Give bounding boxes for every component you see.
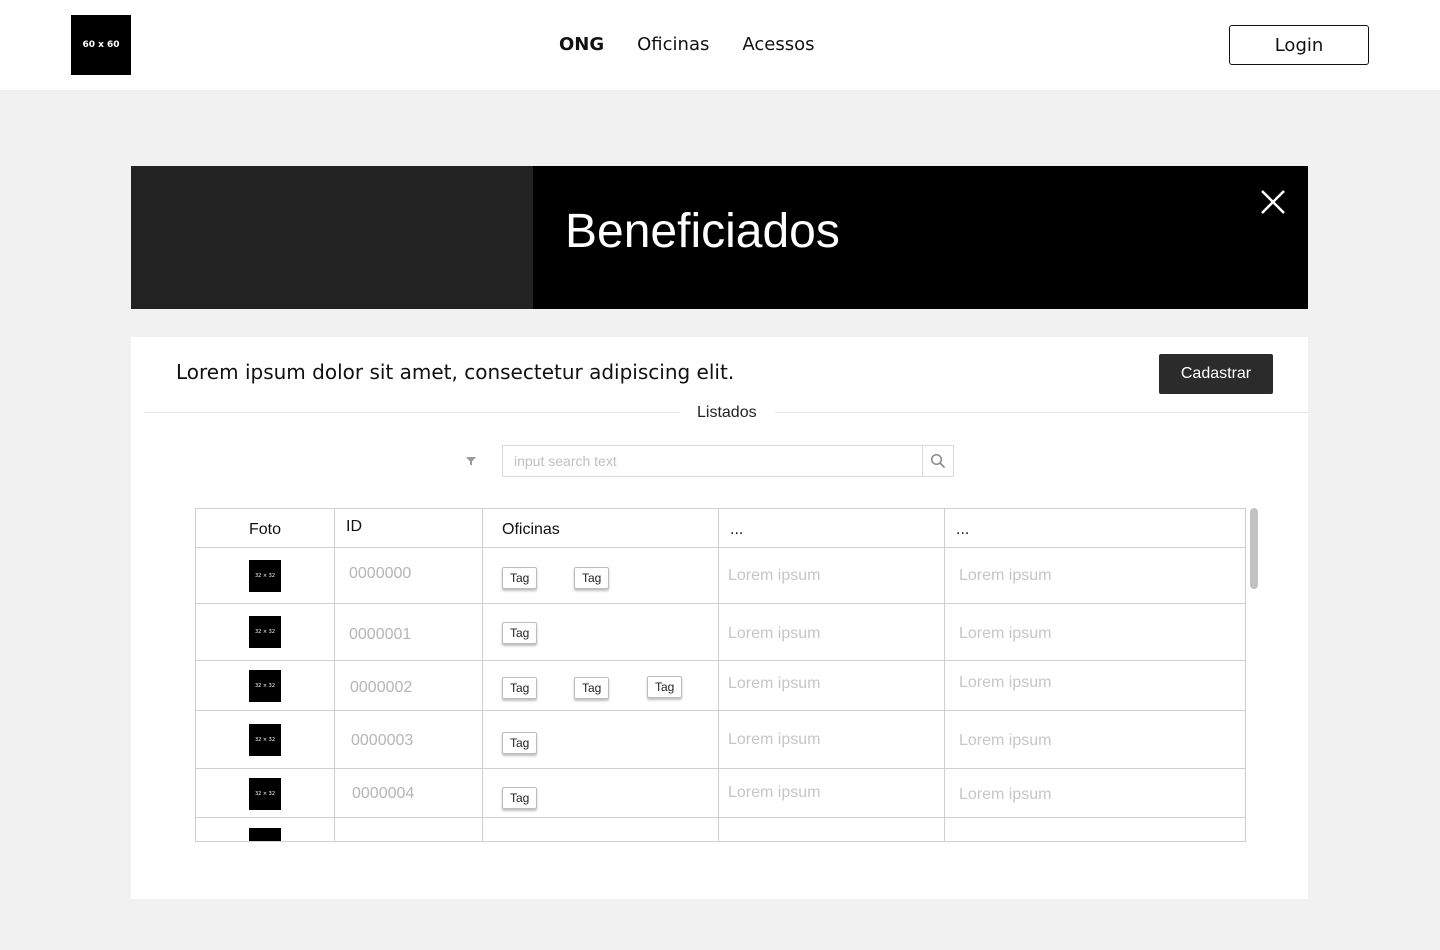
row-col4: Lorem ipsum xyxy=(728,567,821,584)
column-divider xyxy=(718,509,719,841)
row-col4: Lorem ipsum xyxy=(728,784,821,801)
header-col4[interactable]: ... xyxy=(730,520,743,540)
divider-line-right xyxy=(775,412,1308,413)
nav-item-ong[interactable]: ONG xyxy=(559,33,604,57)
nav-item-oficinas[interactable]: Oficinas xyxy=(637,33,709,57)
banner-image-placeholder xyxy=(131,166,533,309)
table-row[interactable]: 32 × 32 0000001 Tag Lorem ipsum Lorem ip… xyxy=(196,604,1245,661)
tag[interactable]: Tag xyxy=(647,676,683,698)
row-photo: 32 × 32 xyxy=(249,724,281,756)
filter-icon[interactable] xyxy=(465,455,477,467)
tag[interactable]: Tag xyxy=(502,787,538,809)
row-id: 0000001 xyxy=(349,626,412,643)
tag[interactable]: Tag xyxy=(574,567,610,589)
column-divider xyxy=(334,509,335,841)
row-photo: 32 × 32 xyxy=(249,670,281,702)
beneficiados-table: Foto ID Oficinas ... ... 32 × 32 0000000… xyxy=(195,508,1246,842)
row-col5: Lorem ipsum xyxy=(959,674,1052,691)
tag[interactable]: Tag xyxy=(502,567,538,589)
tag[interactable]: Tag xyxy=(502,732,538,754)
tag[interactable]: Tag xyxy=(502,622,538,644)
row-photo: 32 × 32 xyxy=(249,778,281,810)
logo[interactable]: 60 x 60 xyxy=(71,15,131,75)
header-oficinas[interactable]: Oficinas xyxy=(502,520,560,540)
search-button[interactable] xyxy=(922,446,953,476)
row-id: 0000002 xyxy=(350,679,413,696)
search-box xyxy=(502,445,954,477)
row-id: 0000000 xyxy=(349,565,412,582)
column-divider xyxy=(944,509,945,841)
search-input[interactable] xyxy=(503,446,922,476)
row-col5: Lorem ipsum xyxy=(959,567,1052,584)
column-divider xyxy=(482,509,483,841)
header-foto[interactable]: Foto xyxy=(249,520,281,540)
row-col4: Lorem ipsum xyxy=(728,731,821,748)
divider-line-left xyxy=(144,412,679,413)
row-col4: Lorem ipsum xyxy=(728,625,821,642)
header-id[interactable]: ID xyxy=(346,517,362,537)
row-photo xyxy=(249,828,281,841)
tag[interactable]: Tag xyxy=(502,677,538,699)
table-row[interactable]: 32 × 32 0000003 Tag Lorem ipsum Lorem ip… xyxy=(196,711,1245,769)
row-col5: Lorem ipsum xyxy=(959,625,1052,642)
main-nav: ONG Oficinas Acessos xyxy=(559,33,815,57)
content-card: Lorem ipsum dolor sit amet, consectetur … xyxy=(131,337,1308,899)
row-col4: Lorem ipsum xyxy=(728,675,821,692)
cadastrar-button[interactable]: Cadastrar xyxy=(1159,354,1273,394)
table-row[interactable]: 32 × 32 0000002 Tag Tag Tag Lorem ipsum … xyxy=(196,661,1245,711)
tag[interactable]: Tag xyxy=(574,677,610,699)
row-photo: 32 × 32 xyxy=(249,616,281,648)
table-header: Foto ID Oficinas ... ... xyxy=(196,509,1245,548)
table-row[interactable] xyxy=(196,818,1245,841)
login-button[interactable]: Login xyxy=(1229,25,1369,65)
page-title: Beneficiados xyxy=(565,205,840,258)
row-id: 0000003 xyxy=(351,732,414,749)
table-row[interactable]: 32 × 32 0000004 Tag Lorem ipsum Lorem ip… xyxy=(196,769,1245,818)
row-id: 0000004 xyxy=(352,785,415,802)
row-col5: Lorem ipsum xyxy=(959,786,1052,803)
search-icon xyxy=(930,453,946,469)
row-col5: Lorem ipsum xyxy=(959,732,1052,749)
divider-label: Listados xyxy=(697,404,757,421)
table-row[interactable]: 32 × 32 0000000 Tag Tag Lorem ipsum Lore… xyxy=(196,548,1245,604)
top-navbar: 60 x 60 ONG Oficinas Acessos Login xyxy=(0,0,1440,90)
card-description: Lorem ipsum dolor sit amet, consectetur … xyxy=(176,360,735,384)
close-icon[interactable] xyxy=(1259,188,1287,216)
nav-item-acessos[interactable]: Acessos xyxy=(742,33,814,57)
row-photo: 32 × 32 xyxy=(249,560,281,592)
header-col5[interactable]: ... xyxy=(956,520,969,540)
table-scrollbar[interactable] xyxy=(1250,508,1258,589)
page-banner: Beneficiados xyxy=(131,166,1308,309)
